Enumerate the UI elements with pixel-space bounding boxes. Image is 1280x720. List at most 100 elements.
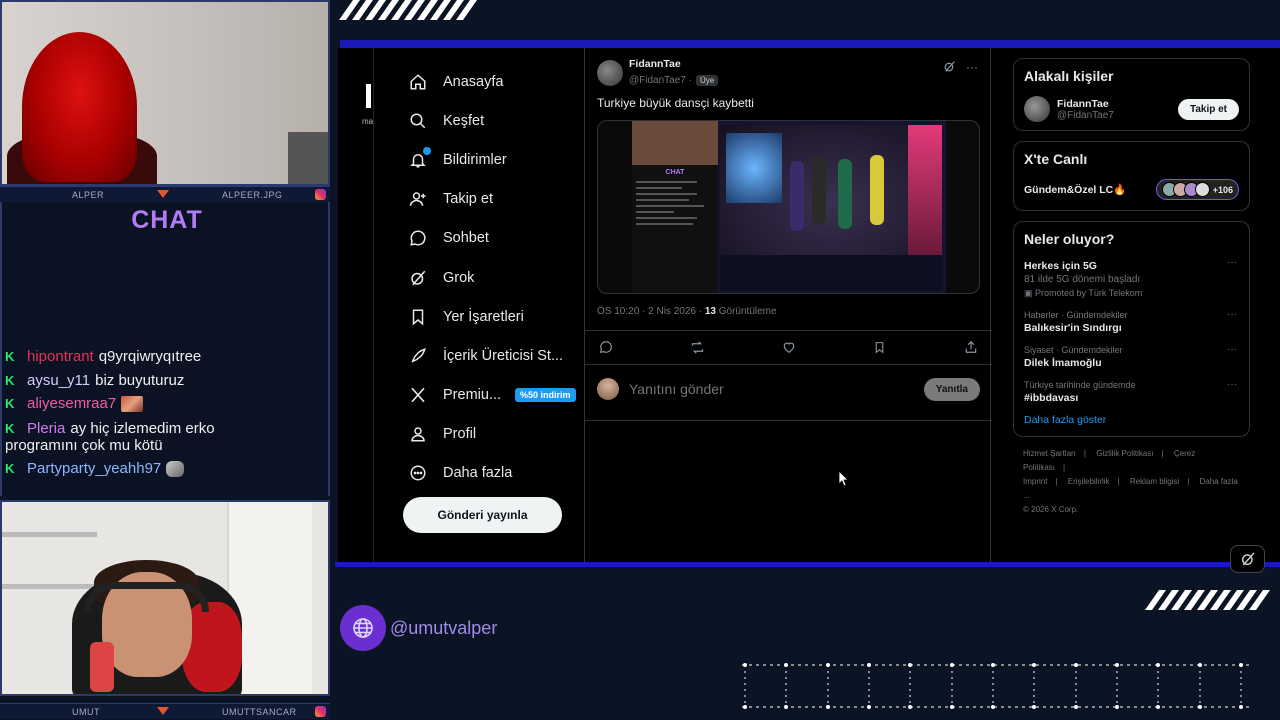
- footer-link[interactable]: Erişilebilirlik: [1068, 477, 1110, 486]
- nav-home[interactable]: Anasayfa: [408, 62, 588, 101]
- top-accent-bar: [340, 40, 1280, 48]
- nav-label: Anasayfa: [443, 73, 504, 90]
- live-listeners-pill[interactable]: +106: [1155, 179, 1239, 200]
- trend-promo: Promoted by Türk Telekom: [1035, 288, 1143, 298]
- more-circle-icon: [408, 463, 428, 483]
- post-button[interactable]: Gönderi yayınla: [403, 497, 562, 533]
- reply-icon[interactable]: [597, 338, 615, 356]
- avatar[interactable]: [1024, 96, 1050, 122]
- reply-button[interactable]: Yanıtla: [923, 377, 980, 401]
- live-space[interactable]: Gündem&Özel LC🔥 +106: [1014, 173, 1249, 210]
- trend-context: Haberler · Gündemdekiler: [1024, 310, 1128, 320]
- tweet-media[interactable]: CHAT: [597, 120, 980, 294]
- kick-icon: K: [5, 396, 15, 411]
- left-stub: ma: [338, 48, 374, 562]
- nav-bookmarks[interactable]: Yer İşaretleri: [408, 297, 588, 336]
- trend-item[interactable]: Türkiye tarihinde gündemde #ibbdavası ··…: [1014, 375, 1249, 410]
- rocket-icon: [408, 346, 428, 366]
- nav-grok[interactable]: Grok: [408, 258, 588, 297]
- trend-title: Herkes için 5G: [1024, 260, 1097, 272]
- more-dots-icon[interactable]: ···: [1227, 379, 1237, 390]
- trend-item[interactable]: Siyaset · Gündemdekiler Dilek İmamoğlu ·…: [1014, 340, 1249, 375]
- trend-item[interactable]: Herkes için 5G 81 ilde 5G dönemi başladı…: [1014, 253, 1249, 305]
- grok-icon[interactable]: [943, 60, 956, 76]
- reply-composer: Yanıtını gönder Yanıtla: [597, 374, 980, 404]
- chat-message: Kaysu_y11 biz buyuturuz: [5, 372, 184, 389]
- cam-top-right-name: ALPEER.JPG: [222, 189, 283, 200]
- footer-link[interactable]: Reklam bilgisi: [1130, 477, 1179, 486]
- trends-title: Neler oluyor?: [1024, 231, 1115, 247]
- related-person[interactable]: FidannTae @FidanTae7 Takip et: [1014, 90, 1249, 130]
- chat-text: biz buyuturuz: [95, 372, 185, 389]
- bottom-accent-bar: [335, 562, 1280, 567]
- chat-user: Pleria: [27, 420, 66, 437]
- nav-profile[interactable]: Profil: [408, 415, 588, 454]
- more-dots-icon[interactable]: ···: [966, 60, 978, 76]
- footer-link[interactable]: Hizmet Şartları: [1023, 449, 1076, 458]
- media-dance-stage: [720, 125, 942, 255]
- chat-text: ay hiç izlemedim erko: [70, 420, 215, 437]
- media-webcam: [632, 121, 718, 165]
- nav-creator-studio[interactable]: İçerik Üreticisi St...: [408, 336, 588, 375]
- bookmark-icon[interactable]: [871, 338, 889, 356]
- nav-label: İçerik Üreticisi St...: [443, 347, 564, 364]
- trend-item[interactable]: Haberler · Gündemdekiler Balıkesir'in Sı…: [1014, 305, 1249, 340]
- bell-icon: [408, 146, 431, 170]
- kick-icon: K: [5, 461, 15, 476]
- like-icon[interactable]: [780, 338, 798, 356]
- nav-chat[interactable]: Sohbet: [408, 219, 588, 258]
- handle-text: @umutvalper: [390, 617, 498, 638]
- avatar[interactable]: [597, 60, 623, 86]
- footer-links: Hizmet Şartları | Gizlilik Politikası | Çe…: [1023, 449, 1238, 514]
- tweet-timestamp[interactable]: ÖS 10:20 · 2 Nis 2026 ·: [597, 306, 702, 317]
- cam-bottom-namebar: UMUT UMUTTSANCAR: [0, 703, 330, 719]
- headphones: [84, 582, 209, 612]
- footer-link[interactable]: Gizlilik Politikası: [1096, 449, 1153, 458]
- nav-label: Keşfet: [443, 112, 485, 129]
- triangle-icon: [157, 707, 169, 715]
- live-card: X'te Canlı Gündem&Özel LC🔥 +106: [1013, 141, 1250, 211]
- chat-user: aliyesemraa7: [27, 395, 117, 412]
- nav-notifications[interactable]: Bildirimler: [408, 140, 588, 179]
- tweet-author-handle[interactable]: @FidanTae7 ·: [629, 75, 692, 86]
- tweet-text: Turkiye büyük dansçi kaybetti: [597, 96, 754, 110]
- notification-badge: [423, 146, 431, 155]
- kick-icon: K: [5, 373, 15, 388]
- more-dots-icon[interactable]: ···: [1227, 344, 1237, 355]
- triangle-icon: [157, 190, 169, 198]
- live-count: +106: [1212, 184, 1233, 195]
- cam-bottom-right-name: UMUTTSANCAR: [222, 706, 297, 717]
- grok-icon[interactable]: [1230, 545, 1265, 573]
- instagram-icon: [315, 706, 326, 717]
- emote-icon: [166, 461, 185, 478]
- nav-follow[interactable]: Takip et: [408, 180, 588, 219]
- repost-icon[interactable]: [688, 338, 706, 356]
- tweet-author-name[interactable]: FidannTae: [629, 58, 718, 70]
- reply-input[interactable]: Yanıtını gönder: [629, 381, 924, 397]
- x-sidebar-nav: Anasayfa Keşfet Bildirimler Takip et Soh…: [408, 62, 588, 493]
- bookmark-icon: [408, 307, 428, 327]
- social-handle: @umutvalper: [340, 605, 497, 651]
- red-hood: [22, 32, 137, 182]
- share-icon[interactable]: [962, 338, 980, 356]
- footer-link[interactable]: Imprint: [1023, 477, 1047, 486]
- tweet-header: FidannTae @FidanTae7 · Üye: [597, 58, 719, 88]
- nav-more[interactable]: Daha fazla: [408, 454, 588, 493]
- tweet-detail: FidannTae @FidanTae7 · Üye ··· Turkiye bü…: [584, 48, 992, 562]
- nav-explore[interactable]: Keşfet: [408, 101, 588, 140]
- more-dots-icon[interactable]: ···: [1227, 257, 1237, 268]
- nav-label: Sohbet: [443, 230, 489, 247]
- media-chat-label: CHAT: [665, 169, 685, 176]
- person-add-icon: [408, 189, 428, 209]
- related-people-card: Alakalı kişiler FidannTae @FidanTae7 Tak…: [1013, 58, 1250, 131]
- more-dots-icon[interactable]: ···: [1227, 309, 1237, 320]
- related-name: FidannTae: [1057, 97, 1109, 110]
- chat-text: programını çok mu kötü: [5, 437, 163, 454]
- trends-card: Neler oluyor? Herkes için 5G 81 ilde 5G …: [1013, 221, 1250, 437]
- follow-button[interactable]: Takip et: [1177, 98, 1239, 120]
- show-more-link[interactable]: Daha fazla göster: [1014, 410, 1249, 436]
- microphone: [90, 642, 114, 692]
- member-badge: Üye: [695, 75, 719, 86]
- nav-premium[interactable]: Premiu... %50 indirim: [408, 376, 588, 415]
- tweet-tools: ···: [943, 60, 978, 76]
